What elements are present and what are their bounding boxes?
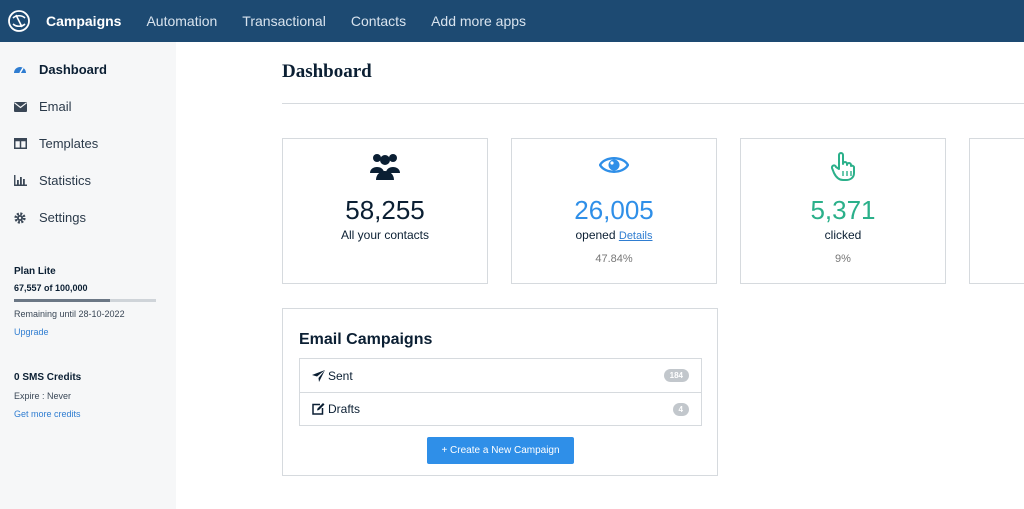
sent-count-badge: 184 [663,369,689,382]
columns-icon [13,137,27,151]
bar-chart-icon [13,174,27,188]
sms-expire-text: Expire : Never [14,391,72,401]
pointer-hand-icon [741,151,945,181]
paper-plane-icon [312,369,325,382]
email-campaigns-panel: Email Campaigns Sent 184 Drafts 4 + Crea… [282,308,718,476]
email-campaigns-title: Email Campaigns [299,331,433,348]
sidebar-item-label: Dashboard [39,62,107,77]
sidebar-item-label: Settings [39,210,86,225]
drafts-label: Drafts [328,402,361,416]
upgrade-link[interactable]: Upgrade [14,327,160,337]
plan-usage-text: 67,557 of 100,000 [14,283,88,293]
contacts-count: 58,255 [345,195,425,225]
drafts-count-badge: 4 [672,402,689,416]
sidebar-item-statistics[interactable]: Statistics [0,162,176,199]
envelope-icon [13,100,27,114]
nav-transactional[interactable]: Transactional [242,13,326,29]
opened-stat-card: 26,005 opened Details 47.84% [511,138,717,284]
plan-info: Plan Lite 67,557 of 100,000 Remaining un… [14,266,160,337]
sms-credits-title: 0 SMS Credits [14,372,82,383]
sidebar-item-settings[interactable]: Settings [0,199,176,236]
campaigns-list: Sent 184 Drafts 4 [299,358,702,426]
create-campaign-button[interactable]: + Create a New Campaign [427,437,574,464]
opened-caption: opened Details [512,228,716,242]
clicked-count: 5,371 [810,195,876,225]
plan-remaining-text: Remaining until 28-10-2022 [14,309,125,319]
clicked-caption: clicked [824,228,862,242]
clicked-stat-card: 5,371 clicked 9% [740,138,946,284]
sidebar-item-email[interactable]: Email [0,88,176,125]
eye-icon [512,154,716,176]
nav-automation[interactable]: Automation [146,13,217,29]
get-more-credits-link[interactable]: Get more credits [14,409,160,419]
opened-count: 26,005 [574,195,654,225]
plan-usage-bar [14,299,156,302]
plan-usage-bar-fill [14,299,110,302]
list-item-drafts[interactable]: Drafts 4 [300,392,701,425]
list-item-sent[interactable]: Sent 184 [300,359,701,392]
contacts-caption: All your contacts [340,228,430,242]
sidebar-item-label: Templates [39,136,99,151]
nav-add-more-apps[interactable]: Add more apps [431,13,526,29]
page-title: Dashboard [282,61,372,82]
sidebar: Dashboard Email Templates Statistics Set… [0,42,176,509]
partial-stat-card [969,138,1024,284]
gear-icon [13,211,27,225]
nav-campaigns[interactable]: Campaigns [46,13,121,29]
opened-percent: 47.84% [595,253,633,265]
sidebar-item-dashboard[interactable]: Dashboard [0,51,176,88]
sent-label: Sent [328,368,353,383]
sidebar-item-templates[interactable]: Templates [0,125,176,162]
users-icon [283,151,487,181]
contacts-stat-card: 58,255 All your contacts [282,138,488,284]
clicked-percent: 9% [835,253,851,265]
edit-icon [312,403,325,416]
opened-label: opened [575,228,616,242]
nav-contacts[interactable]: Contacts [351,13,406,29]
top-navigation-bar: Campaigns Automation Transactional Conta… [0,0,1024,42]
details-link[interactable]: Details [619,230,653,242]
sms-credits: 0 SMS Credits Expire : Never Get more cr… [14,372,160,419]
speedometer-icon [13,63,27,77]
brand-logo-icon[interactable] [6,8,32,34]
title-divider [282,103,1024,104]
sidebar-item-label: Email [39,99,72,114]
plan-title: Plan Lite [14,266,56,277]
sidebar-item-label: Statistics [39,173,92,188]
